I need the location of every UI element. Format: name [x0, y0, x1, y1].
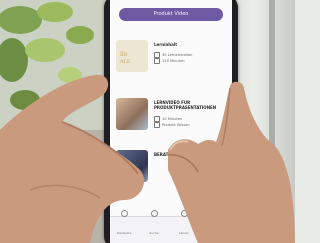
- left-hand: [0, 74, 145, 243]
- svg-text:ALE: ALE: [119, 59, 131, 65]
- card-title: Lerninhalt: [154, 42, 178, 47]
- list-icon: [154, 122, 160, 128]
- primary-button[interactable]: Produkt Video: [119, 8, 223, 21]
- card-thumbnail: ilo ALE: [116, 40, 148, 72]
- card-meta-row: 120 Minuten: [154, 58, 228, 64]
- right-hand: [168, 81, 295, 243]
- clock-icon: [154, 58, 160, 64]
- search-icon: [150, 210, 158, 217]
- photo-scene: Produkt Video ilo ALE Lerninhalt 30 Lern…: [0, 0, 295, 243]
- svg-text:ilo: ilo: [120, 51, 128, 58]
- logo-icon: ilo ALE: [119, 51, 131, 65]
